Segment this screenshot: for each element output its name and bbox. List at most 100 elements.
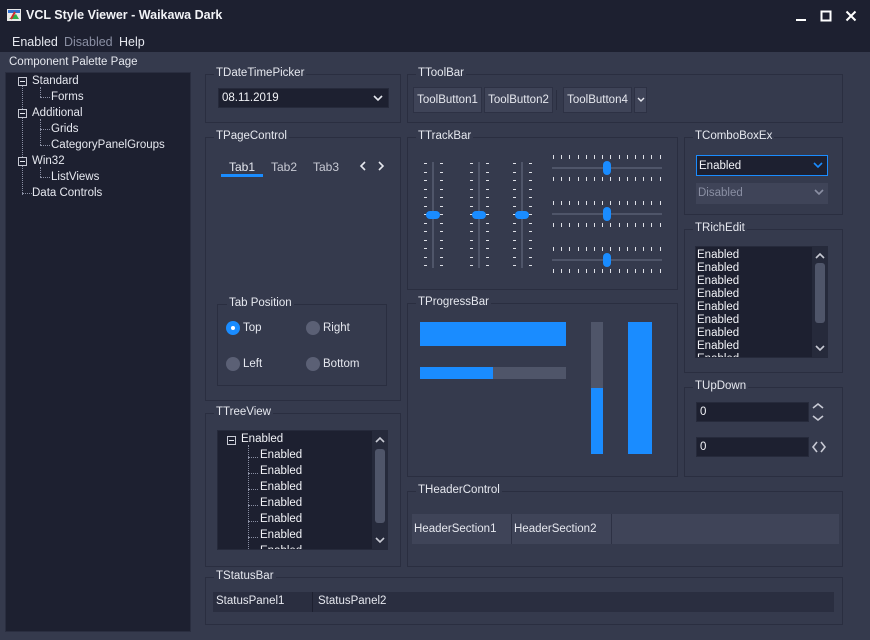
- horizontal-trackbar-thumb[interactable]: [603, 207, 611, 221]
- track-tick: [440, 163, 443, 164]
- track-tick: [553, 201, 554, 205]
- track-tick: [626, 201, 628, 205]
- close-button[interactable]: [841, 6, 861, 26]
- rich-edit-line: Enabled: [697, 327, 740, 339]
- chevron-left-icon[interactable]: [359, 160, 367, 172]
- radio-right-label: Right: [323, 322, 350, 334]
- track-tick: [602, 201, 604, 205]
- chevron-down-icon[interactable]: [375, 537, 385, 544]
- track-tick: [529, 248, 532, 249]
- horizontal-trackbar-thumb[interactable]: [603, 161, 611, 175]
- expand-win32-icon[interactable]: [18, 157, 27, 166]
- toolbar-dropdown-button[interactable]: [634, 87, 647, 113]
- tree-view-item[interactable]: Enabled: [260, 529, 302, 541]
- chevron-down-icon: [637, 97, 644, 102]
- track-tick: [529, 239, 532, 241]
- scrollbar-thumb[interactable]: [375, 449, 385, 523]
- tree-view-root[interactable]: Enabled: [241, 433, 283, 445]
- toolbutton-4[interactable]: ToolButton4: [563, 87, 632, 113]
- tree-item-forms[interactable]: Forms: [51, 91, 84, 103]
- tree-view[interactable]: Enabled Enabled Enabled Enabled Enabled Enab…: [217, 430, 388, 550]
- radio-top-label: Top: [243, 322, 262, 334]
- tree-item-additional[interactable]: Additional: [32, 107, 83, 119]
- tree-view-item[interactable]: Enabled: [260, 497, 302, 509]
- track-tick: [529, 163, 532, 164]
- track-tick: [486, 231, 489, 232]
- tree-item-win32[interactable]: Win32: [32, 155, 65, 167]
- tree-view-collapse-icon[interactable]: [227, 436, 236, 445]
- tab-3[interactable]: Tab3: [313, 160, 339, 174]
- tab-1[interactable]: Tab1: [229, 160, 255, 174]
- track-tick: [424, 248, 427, 249]
- track-tick: [513, 171, 516, 173]
- updown-value-1: 0: [700, 406, 707, 418]
- tree-view-item[interactable]: Enabled: [260, 545, 302, 549]
- track-tick: [577, 223, 579, 227]
- tree-item-listviews[interactable]: ListViews: [51, 171, 99, 183]
- horizontal-trackbar-thumb[interactable]: [603, 253, 611, 267]
- updown-input-1[interactable]: 0: [696, 402, 809, 422]
- menu-help[interactable]: Help: [119, 35, 145, 49]
- tree-item-data-controls[interactable]: Data Controls: [32, 187, 102, 199]
- track-tick: [424, 188, 427, 190]
- trackbar-title: TTrackBar: [416, 130, 474, 142]
- minimize-button[interactable]: [791, 6, 811, 26]
- chevron-up-icon[interactable]: [815, 252, 825, 259]
- updown-input-2[interactable]: 0: [696, 437, 809, 457]
- expand-standard-icon[interactable]: [18, 77, 27, 86]
- window-title: VCL Style Viewer - Waikawa Dark: [26, 8, 223, 22]
- tab-2[interactable]: Tab2: [271, 160, 297, 174]
- vertical-trackbar-thumb[interactable]: [515, 211, 529, 219]
- tree-view-scrollbar[interactable]: [372, 431, 387, 549]
- track-tick: [569, 247, 571, 251]
- track-tick: [486, 222, 489, 224]
- track-tick: [643, 201, 645, 205]
- radio-bottom[interactable]: [306, 357, 320, 371]
- header-section-1[interactable]: HeaderSection1: [412, 514, 512, 544]
- rich-edit-scrollbar[interactable]: [812, 247, 827, 357]
- track-tick: [610, 223, 612, 227]
- radio-left[interactable]: [226, 357, 240, 371]
- rich-edit-line: Enabled: [697, 340, 740, 352]
- menu-disabled[interactable]: Disabled: [64, 35, 113, 49]
- chevron-up-icon[interactable]: [375, 436, 385, 443]
- radio-top[interactable]: [226, 321, 240, 335]
- chevron-right-icon[interactable]: [377, 160, 385, 172]
- track-tick: [440, 239, 443, 241]
- tree-view-item[interactable]: Enabled: [260, 513, 302, 525]
- track-tick: [486, 265, 489, 266]
- header-section-2[interactable]: HeaderSection2: [512, 514, 612, 544]
- toolbutton-1[interactable]: ToolButton1: [413, 87, 482, 113]
- scrollbar-thumb[interactable]: [815, 263, 825, 323]
- date-picker[interactable]: 08.11.2019: [218, 88, 389, 108]
- tree-view-item[interactable]: Enabled: [260, 449, 302, 461]
- combobox-disabled-value: Disabled: [698, 187, 743, 199]
- updown-horizontal-arrows-icon[interactable]: [810, 440, 828, 454]
- treeview-title: TTreeView: [214, 406, 273, 418]
- vertical-trackbar-thumb[interactable]: [426, 211, 440, 219]
- updown-vertical-arrows-icon[interactable]: [811, 401, 825, 423]
- track-tick: [635, 247, 636, 251]
- tree-item-standard[interactable]: Standard: [32, 75, 79, 87]
- track-tick: [553, 269, 554, 273]
- rich-edit[interactable]: Enabled Enabled Enabled Enabled Enabled Enabl…: [695, 246, 828, 358]
- status-panel-1: StatusPanel1: [213, 592, 313, 612]
- menu-enabled[interactable]: Enabled: [12, 35, 58, 49]
- palette-title: Component Palette Page: [9, 56, 138, 68]
- toolbutton-2[interactable]: ToolButton2: [484, 87, 553, 113]
- maximize-button[interactable]: [816, 6, 836, 26]
- expand-additional-icon[interactable]: [18, 109, 27, 118]
- chevron-down-icon[interactable]: [815, 345, 825, 352]
- tree-item-grids[interactable]: Grids: [51, 123, 78, 135]
- tree-item-categorypanelgroups[interactable]: CategoryPanelGroups: [51, 139, 165, 151]
- track-tick: [635, 201, 636, 205]
- tree-view-item[interactable]: Enabled: [260, 465, 302, 477]
- track-tick: [577, 155, 579, 159]
- radio-bottom-label: Bottom: [323, 358, 360, 370]
- tree-view-item[interactable]: Enabled: [260, 481, 302, 493]
- vertical-trackbar-thumb[interactable]: [472, 211, 486, 219]
- track-tick: [424, 205, 427, 207]
- track-tick: [470, 197, 473, 198]
- combobox-enabled[interactable]: Enabled: [696, 155, 828, 176]
- radio-right[interactable]: [306, 321, 320, 335]
